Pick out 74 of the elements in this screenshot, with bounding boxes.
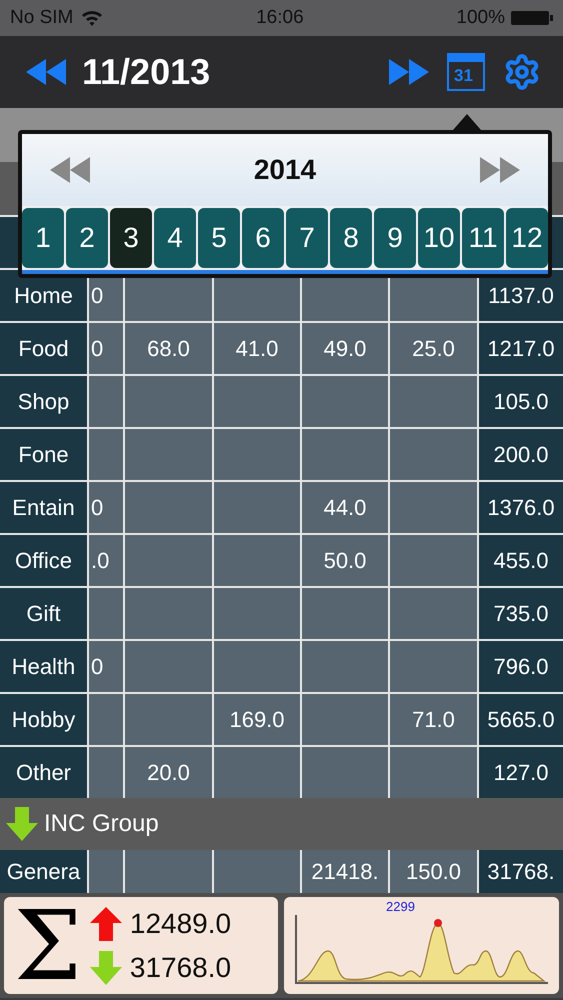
- expense-total: 12489.0: [130, 908, 232, 940]
- month-button[interactable]: 2: [66, 208, 108, 268]
- battery-text: 100%: [456, 7, 505, 29]
- down-arrow-icon: [6, 807, 38, 841]
- total-cell: 31768.: [479, 850, 563, 893]
- month-button[interactable]: 3: [110, 208, 152, 268]
- category-cell: Entain: [0, 482, 87, 533]
- amount-cell: 0: [89, 323, 123, 374]
- total-cell: 127.0: [479, 747, 563, 798]
- calendar-button[interactable]: 31: [447, 53, 485, 91]
- month-button[interactable]: 8: [330, 208, 372, 268]
- down-arrow-icon: [90, 950, 122, 984]
- clock-text: 16:06: [255, 7, 305, 29]
- amount-cell: 0: [89, 482, 123, 533]
- month-button[interactable]: 11: [462, 208, 504, 268]
- category-cell: Office: [0, 535, 87, 586]
- month-button[interactable]: 12: [506, 208, 548, 268]
- sum-symbol: Σ: [14, 898, 82, 994]
- category-cell: Genera: [0, 850, 87, 893]
- amount-cell: .0: [89, 535, 123, 586]
- category-cell: Food: [0, 323, 87, 374]
- amount-cell: 169.0: [214, 694, 300, 745]
- carrier-text: No SIM: [10, 7, 74, 29]
- income-total: 31768.0: [130, 952, 232, 984]
- empty-cell: [89, 747, 123, 798]
- previous-month-button[interactable]: [26, 59, 66, 85]
- month-button[interactable]: 10: [418, 208, 460, 268]
- total-cell: 735.0: [479, 588, 563, 639]
- amount-cell: 41.0: [214, 323, 300, 374]
- amount-cell: 0: [89, 641, 123, 692]
- empty-cell: [89, 694, 123, 745]
- amount-cell: 25.0: [390, 323, 477, 374]
- up-arrow-icon: [90, 906, 122, 940]
- month-button[interactable]: 6: [242, 208, 284, 268]
- total-cell: 1217.0: [479, 323, 563, 374]
- amount-cell: 50.0: [302, 535, 388, 586]
- amount-cell: 68.0: [125, 323, 212, 374]
- wifi-icon: [81, 10, 104, 26]
- amount-cell: 150.0: [390, 850, 477, 893]
- category-cell: Other: [0, 747, 87, 798]
- year-title: 2014: [254, 154, 316, 186]
- next-month-button[interactable]: [389, 59, 429, 85]
- month-button[interactable]: 7: [286, 208, 328, 268]
- battery-icon: [511, 10, 553, 26]
- total-cell: 5665.0: [479, 694, 563, 745]
- total-cell: 455.0: [479, 535, 563, 586]
- total-cell: 105.0: [479, 376, 563, 427]
- month-button[interactable]: 4: [154, 208, 196, 268]
- category-cell: Health: [0, 641, 87, 692]
- total-cell: 200.0: [479, 429, 563, 480]
- empty-cell: [89, 429, 123, 480]
- category-cell: Hobby: [0, 694, 87, 745]
- empty-cell: [89, 376, 123, 427]
- amount-cell: 49.0: [302, 323, 388, 374]
- amount-cell: 21418.: [302, 850, 388, 893]
- amount-cell: 71.0: [390, 694, 477, 745]
- category-cell: Shop: [0, 376, 87, 427]
- month-title: 11/2013: [82, 51, 212, 93]
- empty-cell: [89, 850, 123, 893]
- month-button[interactable]: 9: [374, 208, 416, 268]
- next-year-button[interactable]: [480, 157, 520, 183]
- group-title: INC Group: [44, 810, 159, 838]
- month-button[interactable]: 5: [198, 208, 240, 268]
- peak-label: 2299: [386, 899, 415, 914]
- amount-cell: 44.0: [302, 482, 388, 533]
- total-cell: 796.0: [479, 641, 563, 692]
- category-cell: Fone: [0, 429, 87, 480]
- category-cell: Gift: [0, 588, 87, 639]
- amount-cell: 20.0: [125, 747, 212, 798]
- month-button[interactable]: 1: [22, 208, 64, 268]
- settings-button[interactable]: [503, 53, 541, 91]
- empty-cell: [89, 588, 123, 639]
- previous-year-button[interactable]: [50, 157, 90, 183]
- total-cell: 1376.0: [479, 482, 563, 533]
